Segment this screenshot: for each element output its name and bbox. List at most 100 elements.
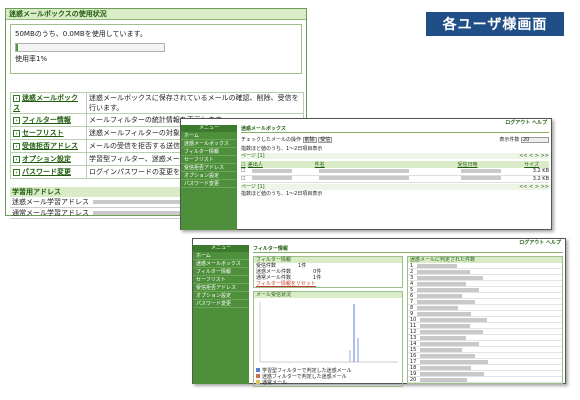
ops-label: チェックしたメールの操作 [241,137,302,143]
feature-link[interactable]: › パスワード変更 [10,165,87,179]
feature-link[interactable]: › セーフリスト [10,126,87,140]
sidebar-item[interactable]: 受信拒否アドレス [193,284,249,292]
reset-stats-link[interactable]: フィルター情報をリセット [254,281,402,287]
redacted-address [420,317,488,322]
redacted-address [420,377,468,382]
bulk-ops-bar: チェックしたメールの操作 削除 受信 表示件数 20 [241,136,549,145]
usage-rate: 使用率1% [15,55,48,63]
redacted-address [420,365,472,370]
row-checkbox[interactable]: ☐ [241,168,248,176]
sidebar-item[interactable]: 迷惑メールボックス [181,140,237,148]
delete-button[interactable]: 削除 [302,137,317,143]
page-title: 迷惑メールボックス [241,125,549,133]
redacted-text [461,168,502,173]
sidebar-menu: メニュー ホーム 迷惑メールボックス フィルター情報 セーフリスト 受信拒否アドレス オプ… [181,125,237,230]
arrow-icon: › [13,95,20,102]
sidebar-item[interactable]: パスワード変更 [193,300,249,308]
redacted-address [417,263,458,268]
redacted-address [417,311,472,316]
sidebar-item[interactable]: フィルター情報 [181,148,237,156]
legend-swatch [256,374,260,378]
sidebar-item[interactable]: フィルター情報 [193,268,249,276]
arrow-icon: › [13,143,20,150]
feature-description: 迷惑メールボックスに保存されているメールの確認、削除、受信を行います。 [86,92,304,114]
arrow-icon: › [13,169,20,176]
summary-text: 指数ほど値のうち、1〜2日項目表示 [241,146,323,152]
redacted-address [417,293,463,298]
table-cell [247,168,315,176]
sidebar-item[interactable]: オプション設定 [181,172,237,180]
redacted-address [417,269,471,274]
arrow-icon: › [13,117,20,124]
feature-link-label[interactable]: オプション設定 [22,155,71,163]
usage-progress-bar [15,43,165,52]
per-page-select[interactable]: 20 [521,137,549,143]
receive-chart-panel: メール受信状況 学習型フィルターで判定した迷惑メール 迷惑フィルターで判定した迷惑… [253,291,403,387]
table-row: ☐ 3.2 KB [241,168,549,176]
redacted-address [420,341,480,346]
sidebar-item[interactable]: パスワード変更 [181,180,237,188]
redacted-text [251,176,292,180]
page-label: ページ [1] [241,153,265,159]
spam-mailbox-window: ログアウト ヘルプ メニュー ホーム 迷惑メールボックス フィルター情報 セーフリスト… [180,118,552,230]
usage-progress-fill [16,44,19,51]
legend-item: 通常メール [254,380,402,386]
stats-panel: フィルター情報 受信件数 1件 迷惑メール件数 0件 通常メール件数 1件 フィルター情報… [253,256,403,288]
redacted-address [420,329,484,334]
receive-chart [259,302,398,363]
table-cell [457,168,525,176]
legend-swatch [256,368,260,372]
usage-panel: 50MBのうち、0.0MBを使用しています。 使用率1% [10,24,302,74]
user-screen-badge: 各ユーザ様画面 [426,12,564,36]
feature-link-label[interactable]: 受信拒否アドレス [22,142,78,150]
column-header[interactable]: 差出人 [247,161,315,168]
column-header[interactable]: 件名 [314,161,458,168]
feature-link[interactable]: › オプション設定 [10,152,87,166]
filter-info-window: ログアウト ヘルプ メニュー ホーム 迷惑メールボックス フィルター情報 セーフリスト… [192,238,566,387]
sidebar-item[interactable]: 受信拒否アドレス [181,164,237,172]
feature-link[interactable]: › 迷惑メールボックス [10,92,87,114]
feature-menu-row: › 迷惑メールボックス 迷惑メールボックスに保存されているメールの確認、削除、受信を… [10,92,304,114]
feature-link-label[interactable]: フィルター情報 [22,116,71,124]
page-nav[interactable]: << < > >> [519,184,549,190]
table-cell [314,175,458,183]
redacted-address [417,287,480,292]
sidebar-title: メニュー [193,245,249,252]
receive-button[interactable]: 受信 [318,137,333,143]
sidebar-item[interactable]: オプション設定 [193,292,249,300]
sidebar-item[interactable]: 迷惑メールボックス [193,260,249,268]
row-checkbox[interactable]: ☐ [241,175,248,183]
legend-label: 通常メール [262,380,288,386]
redacted-text [318,176,409,180]
feature-link[interactable]: › フィルター情報 [10,113,87,127]
arrow-icon: › [13,156,20,163]
redacted-address [417,281,467,286]
feature-link-label[interactable]: パスワード変更 [22,168,71,176]
feature-link-label[interactable]: セーフリスト [22,129,64,137]
column-header[interactable]: 受信日時 [457,161,525,168]
sidebar-item[interactable]: セーフリスト [193,276,249,284]
spam-count-rank: 20 [410,377,417,383]
select-all-checkbox[interactable]: ☐ [241,161,248,168]
usage-title: 迷惑メールボックスの使用状況 [6,9,306,20]
sidebar-item[interactable]: ホーム [193,252,249,260]
redacted-text [318,168,409,173]
column-header[interactable]: サイズ [524,161,549,168]
sidebar-menu: メニュー ホーム 迷惑メールボックス フィルター情報 セーフリスト 受信拒否アドレス オプ… [193,245,249,384]
sidebar-item[interactable]: セーフリスト [181,156,237,164]
arrow-icon: › [13,130,20,137]
per-page-label: 表示件数 [499,137,520,143]
redacted-address [420,347,463,352]
table-cell [314,168,458,176]
feature-link-label[interactable]: 迷惑メールボックス [13,94,78,112]
sidebar-item[interactable]: ホーム [181,132,237,140]
redacted-address [420,323,471,328]
feature-link[interactable]: › 受信拒否アドレス [10,139,87,153]
page-title: フィルター情報 [253,245,563,253]
page-nav[interactable]: << < > >> [519,153,549,159]
usage-text: 50MBのうち、0.0MBを使用しています。 [15,30,147,38]
page-label: ページ [1] [241,183,265,190]
spam-count-row: 20 [408,377,562,383]
table-cell: 3.2 KB [524,175,549,183]
redacted-address [417,305,459,310]
